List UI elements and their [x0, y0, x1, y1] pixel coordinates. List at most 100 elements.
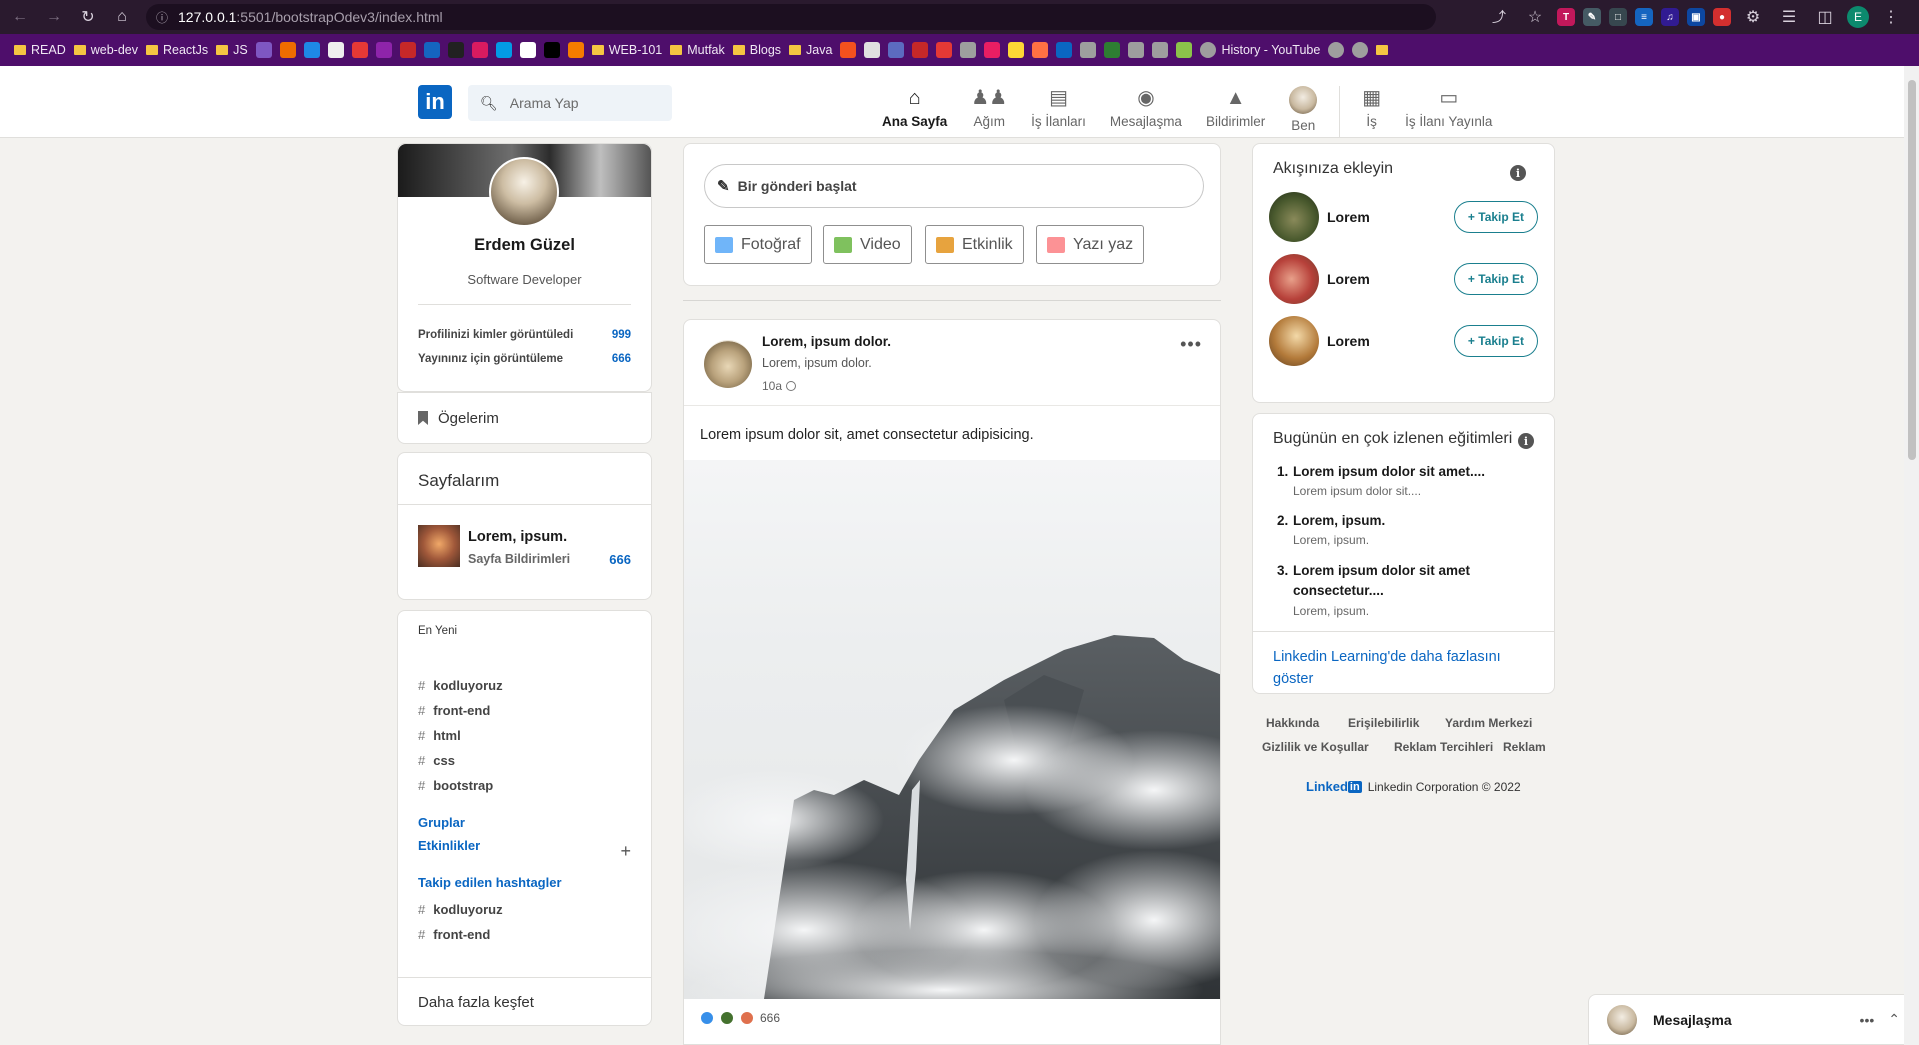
bookmark-icon[interactable]: [1104, 42, 1121, 58]
bookmark-icon[interactable]: [471, 42, 488, 58]
bookmark-folder[interactable]: Java: [789, 43, 832, 57]
share-icon[interactable]: ⤴: [1485, 3, 1513, 31]
chevron-up-icon[interactable]: ⌃: [1888, 1011, 1900, 1028]
bookmark-folder[interactable]: ReactJs: [145, 43, 208, 57]
follow-name[interactable]: Lorem: [1327, 333, 1454, 349]
extension-icon[interactable]: ●: [1713, 8, 1731, 26]
post-author-avatar[interactable]: [704, 340, 752, 388]
bookmark-icon[interactable]: [1176, 42, 1193, 58]
hashtag-item[interactable]: # front-end: [418, 927, 490, 942]
bookmark-folder[interactable]: Blogs: [732, 43, 781, 57]
avatar[interactable]: [1269, 192, 1319, 242]
hashtag-item[interactable]: # bootstrap: [418, 778, 493, 793]
bookmark-icon[interactable]: [1032, 42, 1049, 58]
course-item[interactable]: 3. Lorem ipsum dolor sit amet consectetur…: [1277, 561, 1534, 621]
page-notifications-count[interactable]: 666: [609, 552, 631, 567]
folder-icon[interactable]: [1376, 45, 1389, 55]
more-options-icon[interactable]: •••: [1180, 334, 1202, 355]
bookmark-folder[interactable]: web-dev: [73, 43, 138, 57]
event-button[interactable]: Etkinlik: [925, 225, 1024, 264]
linkedin-logo[interactable]: in: [418, 85, 452, 119]
bookmark-folder[interactable]: JS: [216, 43, 248, 57]
profile-avatar-icon[interactable]: E: [1847, 6, 1869, 28]
reading-list-icon[interactable]: ☰: [1775, 3, 1803, 31]
messaging-bar[interactable]: Mesajlaşma ••• ⌃: [1588, 994, 1919, 1045]
bookmark-icon[interactable]: [255, 42, 272, 58]
bookmark-icon[interactable]: [519, 42, 536, 58]
bookmark-folder[interactable]: Mutfak: [670, 43, 725, 57]
bookmark-icon[interactable]: [888, 42, 905, 58]
page-name[interactable]: Lorem, ipsum.: [468, 529, 567, 545]
sidebar-icon[interactable]: ◫: [1811, 3, 1839, 31]
bookmark-icon[interactable]: [1152, 42, 1169, 58]
nav-messaging[interactable]: ◉ Mesajlaşma: [1098, 86, 1194, 129]
add-event-icon[interactable]: +: [620, 841, 631, 862]
course-item[interactable]: 1. Lorem ipsum dolor sit amet.... Lorem i…: [1277, 464, 1534, 498]
extension-icon[interactable]: T: [1557, 8, 1575, 26]
write-article-button[interactable]: Yazı yaz: [1036, 225, 1145, 264]
learning-more-link[interactable]: Linkedin Learning'de daha fazlasını göst…: [1253, 631, 1554, 693]
footer-about[interactable]: Hakkında: [1266, 716, 1319, 730]
video-button[interactable]: Video: [823, 225, 912, 264]
nav-notifications[interactable]: ▲ Bildirimler: [1194, 86, 1277, 129]
puzzle-icon[interactable]: ⚙: [1739, 3, 1767, 31]
extension-icon[interactable]: ≡: [1635, 8, 1653, 26]
bookmark-icon[interactable]: [351, 42, 368, 58]
nav-post-job[interactable]: ▭ İş İlanı Yayınla: [1393, 86, 1504, 129]
scrollbar[interactable]: [1904, 66, 1919, 1045]
nav-network[interactable]: ♟♟ Ağım: [959, 86, 1019, 129]
bookmark-icon[interactable]: [279, 42, 296, 58]
post-image[interactable]: [684, 460, 1220, 999]
search-input[interactable]: [509, 95, 660, 111]
footer-ad-choices[interactable]: Reklam Tercihleri: [1394, 740, 1493, 754]
bookmark-icon[interactable]: [423, 42, 440, 58]
bookmark-folder[interactable]: WEB-101: [591, 43, 662, 57]
items-card[interactable]: Ögelerim: [397, 392, 652, 444]
footer-accessibility[interactable]: Erişilebilirlik: [1348, 716, 1419, 730]
bookmark-icon[interactable]: [912, 42, 929, 58]
bookmark-icon[interactable]: [495, 42, 512, 58]
course-item[interactable]: 2. Lorem, ipsum. Lorem, ipsum.: [1277, 513, 1534, 547]
extension-icon[interactable]: □: [1609, 8, 1627, 26]
bookmark-icon[interactable]: [936, 42, 953, 58]
follow-button[interactable]: + Takip Et: [1454, 201, 1538, 233]
forward-icon[interactable]: →: [40, 3, 68, 31]
bookmark-icon[interactable]: [1056, 42, 1073, 58]
hashtag-item[interactable]: # kodluyoruz: [418, 678, 503, 693]
page-thumb[interactable]: [418, 525, 460, 567]
bookmark-icon[interactable]: [567, 42, 584, 58]
nav-me[interactable]: Ben: [1277, 86, 1329, 133]
info-icon[interactable]: i: [1510, 165, 1526, 181]
profile-avatar[interactable]: [489, 157, 559, 227]
bookmark-icon[interactable]: [864, 42, 881, 58]
reload-icon[interactable]: ↻: [74, 3, 102, 31]
stat-profile-views[interactable]: Profilinizi kimler görüntüledi 999: [418, 329, 631, 341]
profile-name[interactable]: Erdem Güzel: [398, 236, 651, 255]
photo-button[interactable]: Fotoğraf: [704, 225, 812, 264]
start-post-input[interactable]: ✎ Bir gönderi başlat: [704, 164, 1204, 208]
bookmark-icon[interactable]: [1128, 42, 1145, 58]
extension-icon[interactable]: ✎: [1583, 8, 1601, 26]
stat-post-views[interactable]: Yayınınız için görüntüleme 666: [418, 353, 631, 365]
followed-hashtags-link[interactable]: Takip edilen hashtagler: [418, 875, 562, 890]
follow-button[interactable]: + Takip Et: [1454, 263, 1538, 295]
bookmark-icon[interactable]: [543, 42, 560, 58]
info-icon[interactable]: i: [1518, 433, 1534, 449]
bookmark-youtube-history[interactable]: History - YouTube: [1200, 42, 1320, 58]
hashtag-item[interactable]: # kodluyoruz: [418, 902, 503, 917]
discover-more-button[interactable]: Daha fazla keşfet: [418, 994, 534, 1011]
bookmark-icon[interactable]: [984, 42, 1001, 58]
avatar[interactable]: [1269, 254, 1319, 304]
footer-advertising[interactable]: Reklam: [1503, 740, 1546, 754]
star-icon[interactable]: ☆: [1521, 3, 1549, 31]
nav-jobs[interactable]: ▤ İş İlanları: [1019, 86, 1098, 129]
groups-link[interactable]: Gruplar: [418, 815, 465, 830]
extension-icon[interactable]: ▣: [1687, 8, 1705, 26]
home-browser-icon[interactable]: ⌂: [108, 3, 136, 31]
follow-name[interactable]: Lorem: [1327, 271, 1454, 287]
bookmark-folder[interactable]: READ: [14, 43, 66, 57]
hashtag-item[interactable]: # front-end: [418, 703, 490, 718]
bookmark-icon[interactable]: [840, 42, 857, 58]
events-link[interactable]: Etkinlikler: [418, 838, 480, 853]
follow-button[interactable]: + Takip Et: [1454, 325, 1538, 357]
